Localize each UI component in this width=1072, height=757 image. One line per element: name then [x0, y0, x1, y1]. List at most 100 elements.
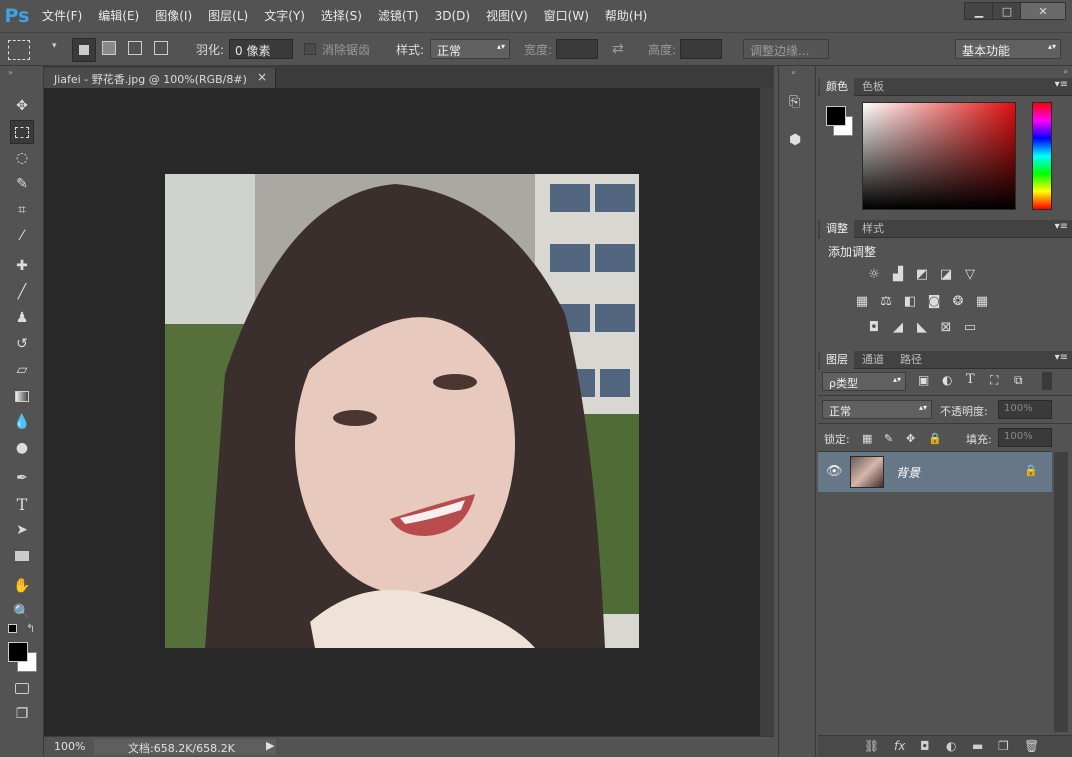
panel-menu-icon[interactable]: ▾≡	[1055, 221, 1068, 232]
new-layer-icon[interactable]: ❐	[998, 739, 1009, 753]
menu-item[interactable]: 滤镜(T)	[370, 0, 427, 32]
refine-edge-button[interactable]: 调整边缘...	[743, 39, 829, 59]
menu-item[interactable]: 文字(Y)	[256, 0, 313, 32]
screen-mode-icon[interactable]: ❐	[10, 702, 34, 726]
collapse-arrows-icon[interactable]: »	[8, 68, 13, 77]
layer-row[interactable]: 👁 背景 🔒	[818, 452, 1052, 492]
exposure-icon[interactable]: ◪	[938, 268, 954, 282]
tab-paths[interactable]: 路径	[894, 351, 928, 369]
smart-object-filter-icon[interactable]: ⧉	[1014, 373, 1023, 388]
tab-layers[interactable]: 图层	[820, 351, 854, 369]
dodge-tool-icon[interactable]: ●	[10, 436, 34, 460]
add-mask-icon[interactable]: ◘	[920, 739, 930, 753]
foreground-color-box[interactable]	[826, 106, 846, 126]
type-filter-icon[interactable]: T	[966, 372, 975, 387]
menu-item[interactable]: 图像(I)	[147, 0, 200, 32]
type-tool-icon[interactable]: T	[10, 492, 34, 516]
menu-item[interactable]: 文件(F)	[34, 0, 90, 32]
collapse-arrows-icon[interactable]: «	[791, 68, 796, 77]
filter-toggle-switch[interactable]	[1042, 372, 1052, 390]
workspace-select[interactable]: 基本功能 ▴▾	[955, 39, 1061, 59]
vibrance-icon[interactable]: ▽	[962, 268, 978, 282]
menu-item[interactable]: 图层(L)	[200, 0, 256, 32]
black-white-icon[interactable]: ◧	[902, 295, 918, 309]
rectangle-tool-icon[interactable]	[10, 544, 34, 568]
brightness-contrast-icon[interactable]: ☼	[866, 268, 882, 282]
tab-color[interactable]: 颜色	[820, 78, 854, 96]
delete-layer-icon[interactable]: 🗑	[1024, 739, 1039, 753]
subtract-selection-icon[interactable]	[128, 41, 142, 55]
quick-mask-icon[interactable]	[10, 676, 34, 700]
pen-tool-icon[interactable]: ✒	[10, 466, 34, 490]
antialias-checkbox[interactable]	[304, 43, 316, 55]
rect-marquee-preset-icon[interactable]	[8, 40, 30, 60]
lasso-tool-icon[interactable]: ◌	[10, 146, 34, 170]
maximize-button[interactable]: □	[992, 2, 1022, 20]
feather-input[interactable]: 0 像素	[229, 39, 293, 59]
menu-item[interactable]: 帮助(H)	[597, 0, 655, 32]
lock-position-icon[interactable]: ✥	[906, 432, 915, 445]
curves-icon[interactable]: ◩	[914, 268, 930, 282]
lock-transparent-icon[interactable]: ▦	[862, 432, 872, 445]
fill-input[interactable]: 100%	[998, 428, 1052, 447]
photo-filter-icon[interactable]: ◙	[926, 295, 942, 309]
layer-filter-select[interactable]: ρ类型 ▴▾	[822, 372, 906, 391]
quick-selection-tool-icon[interactable]: ✎	[10, 172, 34, 196]
opacity-input[interactable]: 100%	[998, 400, 1052, 419]
levels-icon[interactable]: ▟	[890, 268, 906, 282]
menu-item[interactable]: 3D(D)	[427, 0, 478, 32]
color-field[interactable]	[862, 102, 1016, 210]
tab-adjustments[interactable]: 调整	[820, 220, 854, 238]
history-panel-icon[interactable]: ⎘	[789, 94, 800, 110]
eyedropper-tool-icon[interactable]: ⁄	[10, 224, 34, 248]
minimize-button[interactable]: ▁	[964, 2, 994, 20]
hue-slider[interactable]	[1032, 102, 1052, 210]
new-group-icon[interactable]: ▬	[972, 739, 983, 753]
lock-pixels-icon[interactable]: ✎	[884, 432, 893, 445]
gradient-tool-icon[interactable]	[10, 384, 34, 408]
marquee-tool-icon[interactable]	[10, 120, 34, 144]
panel-menu-icon[interactable]: ▾≡	[1055, 352, 1068, 363]
intersect-selection-icon[interactable]	[154, 41, 168, 55]
document-image[interactable]	[165, 174, 639, 648]
3d-panel-icon[interactable]: ⬢	[789, 132, 801, 148]
tab-swatches[interactable]: 色板	[856, 78, 890, 96]
gradient-map-icon[interactable]: ▭	[962, 321, 978, 335]
lock-all-icon[interactable]: 🔒	[928, 432, 942, 445]
color-balance-icon[interactable]: ⚖	[878, 295, 894, 309]
layers-scrollbar[interactable]	[1054, 452, 1068, 732]
tab-channels[interactable]: 通道	[856, 351, 890, 369]
menu-item[interactable]: 编辑(E)	[90, 0, 147, 32]
threshold-icon[interactable]: ◣	[914, 321, 930, 335]
width-input[interactable]	[556, 39, 598, 59]
panel-menu-icon[interactable]: ▾≡	[1055, 79, 1068, 90]
fx-icon[interactable]: fx	[894, 739, 905, 753]
blend-mode-select[interactable]: 正常 ▴▾	[822, 400, 932, 419]
swap-colors-icon[interactable]: ↰	[26, 622, 35, 635]
posterize-icon[interactable]: ◢	[890, 321, 906, 335]
channel-mixer-icon[interactable]: ❂	[950, 295, 966, 309]
link-layers-icon[interactable]: ⛓	[864, 739, 879, 753]
history-brush-tool-icon[interactable]: ↺	[10, 332, 34, 356]
vertical-scrollbar[interactable]	[760, 88, 774, 736]
tab-close-icon[interactable]: ×	[257, 70, 267, 84]
eye-icon[interactable]: 👁	[826, 464, 843, 479]
healing-brush-tool-icon[interactable]: ✚	[10, 254, 34, 278]
chevron-down-icon[interactable]: ▾	[52, 41, 57, 51]
crop-tool-icon[interactable]: ⌗	[10, 198, 34, 222]
zoom-level[interactable]: 100%	[54, 740, 85, 753]
status-menu-arrow-icon[interactable]: ▶	[266, 739, 274, 752]
height-input[interactable]	[680, 39, 722, 59]
hand-tool-icon[interactable]: ✋	[10, 574, 34, 598]
new-selection-button[interactable]	[72, 38, 96, 62]
selective-color-icon[interactable]: ⊠	[938, 321, 954, 335]
brush-tool-icon[interactable]: ╱	[10, 280, 34, 304]
foreground-color-swatch[interactable]	[8, 642, 28, 662]
default-colors-icon[interactable]	[8, 624, 17, 633]
move-tool-icon[interactable]: ✥	[10, 94, 34, 118]
invert-icon[interactable]: ◘	[866, 321, 882, 335]
shape-filter-icon[interactable]: ⛶	[990, 373, 998, 388]
new-adjustment-layer-icon[interactable]: ◐	[946, 739, 956, 753]
menu-item[interactable]: 视图(V)	[478, 0, 536, 32]
swap-arrows-icon[interactable]: ⇄	[612, 41, 624, 57]
